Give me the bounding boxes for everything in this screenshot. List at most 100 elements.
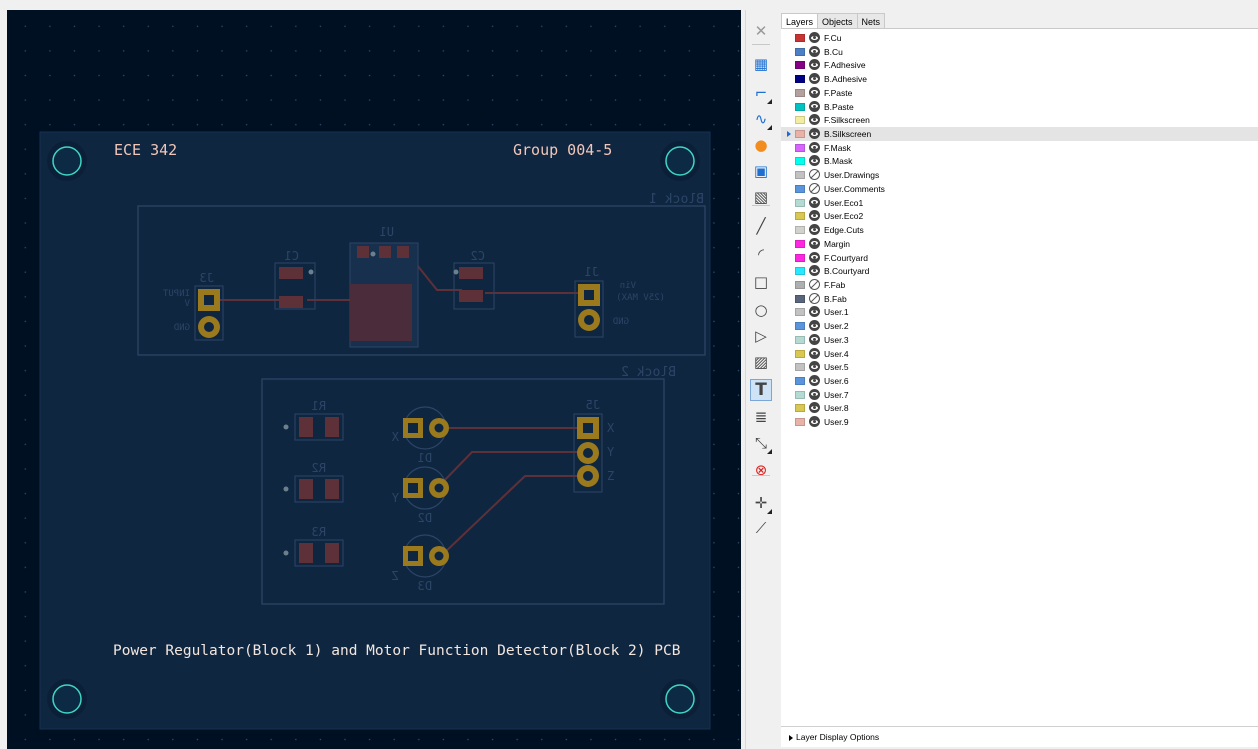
eye-visible-icon[interactable] [809, 73, 820, 85]
board-title-right[interactable]: Group 004-5 [513, 141, 612, 159]
mounting-hole-tr[interactable] [660, 141, 700, 181]
layer-color-swatch[interactable] [795, 130, 805, 139]
layer-color-swatch[interactable] [795, 267, 805, 276]
layer-color-swatch[interactable] [795, 102, 805, 111]
eye-visible-icon[interactable] [809, 128, 820, 140]
mounting-hole-bl[interactable] [47, 679, 87, 719]
layer-color-swatch[interactable] [795, 34, 805, 42]
eye-visible-icon[interactable] [809, 388, 820, 400]
layer-color-swatch[interactable] [795, 308, 805, 317]
layer-row[interactable]: B.Fab [781, 292, 1258, 306]
via-tool-icon[interactable]: ● [750, 134, 772, 156]
eye-visible-icon[interactable] [809, 59, 820, 71]
eye-visible-icon[interactable] [809, 361, 820, 373]
eye-visible-icon[interactable] [809, 333, 820, 345]
layer-color-swatch[interactable] [795, 47, 805, 56]
rectangle-tool-icon[interactable]: □ [750, 271, 772, 293]
layer-row[interactable]: User.Eco2 [781, 209, 1258, 223]
layer-row[interactable]: User.9 [781, 415, 1258, 429]
mounting-hole-tl[interactable] [47, 141, 87, 181]
layer-color-swatch[interactable] [795, 322, 805, 331]
layer-color-swatch[interactable] [795, 363, 805, 372]
eye-visible-icon[interactable] [809, 251, 820, 263]
layer-row[interactable]: B.Cu [781, 45, 1258, 59]
layer-row[interactable]: User.3 [781, 333, 1258, 347]
eye-visible-icon[interactable] [809, 100, 820, 112]
layer-row[interactable]: User.4 [781, 347, 1258, 361]
layer-color-swatch[interactable] [795, 116, 805, 125]
circle-tool-icon[interactable]: ○ [750, 299, 772, 321]
layer-row[interactable]: F.Mask [781, 141, 1258, 155]
eye-visible-icon[interactable] [809, 347, 820, 359]
eye-hidden-icon[interactable] [809, 182, 820, 194]
layer-row[interactable]: B.Paste [781, 100, 1258, 114]
layer-color-swatch[interactable] [795, 377, 805, 385]
board-title-left[interactable]: ECE 342 [114, 141, 177, 159]
eye-visible-icon[interactable] [809, 114, 820, 126]
layer-color-swatch[interactable] [795, 61, 805, 70]
layer-row[interactable]: F.Courtyard [781, 251, 1258, 265]
layer-row[interactable]: B.Silkscreen [781, 127, 1258, 141]
layer-row[interactable]: User.1 [781, 305, 1258, 319]
eye-visible-icon[interactable] [809, 237, 820, 249]
arc-tool-icon[interactable]: ◜ [750, 243, 772, 265]
layer-color-swatch[interactable] [795, 404, 805, 413]
layer-color-swatch[interactable] [795, 212, 805, 221]
layer-row[interactable]: B.Adhesive [781, 72, 1258, 86]
eye-visible-icon[interactable] [809, 196, 820, 208]
eye-visible-icon[interactable] [809, 155, 820, 167]
eye-visible-icon[interactable] [809, 306, 820, 318]
eye-hidden-icon[interactable] [809, 169, 820, 181]
layer-color-swatch[interactable] [795, 198, 805, 207]
eye-hidden-icon[interactable] [809, 278, 820, 290]
layer-row[interactable]: B.Mask [781, 154, 1258, 168]
measure-tool-icon[interactable]: ⟋ [750, 517, 772, 539]
pcb-canvas[interactable]: ECE 342 Group 004-5 Block 1 Block 2 U1 C… [7, 10, 741, 749]
eye-visible-icon[interactable] [809, 224, 820, 236]
layer-row[interactable]: F.Fab [781, 278, 1258, 292]
image-tool-icon[interactable]: ▨ [750, 351, 772, 373]
layer-color-swatch[interactable] [795, 143, 805, 152]
layer-row[interactable]: Margin [781, 237, 1258, 251]
layer-color-swatch[interactable] [795, 226, 805, 235]
layer-color-swatch[interactable] [795, 75, 805, 84]
textbox-tool-icon[interactable]: ≣ [750, 406, 772, 428]
eye-visible-icon[interactable] [809, 86, 820, 98]
layer-color-swatch[interactable] [795, 418, 805, 427]
layer-row[interactable]: User.5 [781, 360, 1258, 374]
layer-row[interactable]: User.2 [781, 319, 1258, 333]
layer-row[interactable]: User.Drawings [781, 168, 1258, 182]
board-footer-text[interactable]: Power Regulator(Block 1) and Motor Funct… [113, 643, 681, 659]
layer-color-swatch[interactable] [795, 253, 805, 262]
text-tool-icon[interactable]: T [750, 379, 772, 401]
eye-hidden-icon[interactable] [809, 292, 820, 304]
layer-color-swatch[interactable] [795, 294, 805, 303]
layer-row[interactable]: Edge.Cuts [781, 223, 1258, 237]
layer-row[interactable]: User.7 [781, 388, 1258, 402]
eye-visible-icon[interactable] [809, 402, 820, 414]
layer-row[interactable]: User.Eco1 [781, 196, 1258, 210]
layer-color-swatch[interactable] [795, 390, 805, 399]
layer-color-swatch[interactable] [795, 335, 805, 344]
delete-tool-icon[interactable]: ⊗ [750, 459, 772, 481]
layer-display-options[interactable]: Layer Display Options [781, 726, 1258, 747]
eye-visible-icon[interactable] [809, 141, 820, 153]
layer-color-swatch[interactable] [795, 157, 805, 166]
layer-row[interactable]: B.Courtyard [781, 264, 1258, 278]
route-track-tool-icon[interactable]: ⌐ [750, 82, 772, 104]
eye-visible-icon[interactable] [809, 265, 820, 277]
layer-row[interactable]: User.6 [781, 374, 1258, 388]
layer-color-swatch[interactable] [795, 280, 805, 289]
select-tool-icon[interactable]: ✕ [750, 20, 772, 42]
dimension-tool-icon[interactable]: ⤡ [750, 432, 772, 454]
layer-color-swatch[interactable] [795, 184, 805, 193]
rule-area-tool-icon[interactable]: ▣ [750, 160, 772, 182]
eye-visible-icon[interactable] [809, 320, 820, 332]
line-tool-icon[interactable]: ╱ [750, 215, 772, 237]
layer-row[interactable]: User.Comments [781, 182, 1258, 196]
footprint-tool-icon[interactable]: ▦ [750, 53, 772, 75]
eye-visible-icon[interactable] [809, 375, 820, 386]
layer-color-swatch[interactable] [795, 88, 805, 97]
origin-tool-icon[interactable]: ✛ [750, 492, 772, 514]
layer-row[interactable]: F.Paste [781, 86, 1258, 100]
